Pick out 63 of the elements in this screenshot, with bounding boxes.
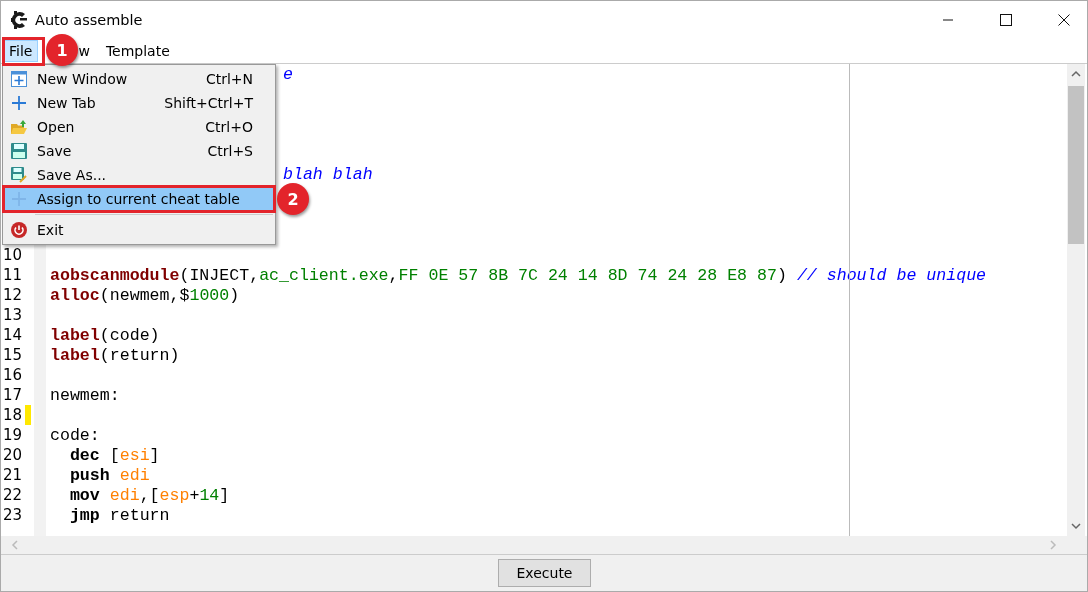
code-line: label(code) — [50, 325, 160, 345]
line-number: 21 — [2, 466, 24, 484]
line-number: 18 — [2, 406, 24, 424]
code-line: dec [esi] — [68, 445, 160, 465]
scroll-down-icon[interactable] — [1071, 522, 1081, 530]
line-number: 15 — [2, 346, 24, 364]
line-number: 11 — [2, 266, 24, 284]
menu-entry[interactable]: Exit — [5, 218, 273, 242]
code-line: jmp return — [68, 505, 170, 525]
menu-item[interactable]: File — [3, 40, 39, 62]
shortcut-text: Shift+Ctrl+T — [164, 95, 253, 111]
menu-entry-label: Save — [37, 143, 72, 159]
scroll-right-icon[interactable] — [1049, 540, 1057, 550]
line-number: 12 — [2, 286, 24, 304]
menu-entry[interactable]: Assign to current cheat table — [5, 187, 273, 211]
floppy-disk-pencil-icon — [11, 167, 27, 183]
close-icon — [1058, 14, 1070, 26]
app-logo-icon — [11, 10, 29, 30]
code-line: mov edi,[esp+14] — [68, 485, 230, 505]
code-line: alloc(newmem,$1000) — [50, 285, 240, 305]
highlight-frame — [2, 37, 45, 66]
menu-entry[interactable]: Save Ctrl+S — [5, 139, 273, 163]
menu-entry-label: Exit — [37, 222, 64, 238]
line-number: 10 — [2, 246, 24, 264]
code-line: code: — [50, 425, 100, 445]
line-number: 22 — [2, 486, 24, 504]
code-line: newmem: — [50, 385, 120, 405]
line-number: 20 — [2, 446, 24, 464]
line-number: 23 — [2, 506, 24, 524]
vertical-scrollbar[interactable] — [1067, 64, 1085, 536]
shortcut-text: Ctrl+O — [205, 119, 253, 135]
line-number: 19 — [2, 426, 24, 444]
code-text: blah blah — [283, 165, 373, 185]
menu-entry[interactable]: New Tab Shift+Ctrl+T — [5, 91, 273, 115]
maximize-icon — [1000, 14, 1012, 26]
line-number: 13 — [2, 306, 24, 324]
menu-entry-label: Open — [37, 119, 75, 135]
menu-entry-label: Assign to current cheat table — [37, 191, 240, 207]
new-window-icon — [11, 71, 27, 87]
shortcut-text: Ctrl+S — [207, 143, 253, 159]
code-line: aobscanmodule(INJECT,ac_client.exe,FF 0E 57 8B 7C 24 14 8D 74 24 28 E8 87) // should be unique — [50, 265, 987, 285]
shortcut-text: Ctrl+N — [205, 71, 253, 87]
menu-entry[interactable]: New Window Ctrl+N — [5, 67, 273, 91]
menu-entry[interactable]: Open Ctrl+O — [5, 115, 273, 139]
line-number: 14 — [2, 326, 24, 344]
menu-item[interactable]: w — [78, 40, 100, 62]
plus-icon — [12, 96, 26, 110]
code-line: label(return) — [50, 345, 180, 365]
execute-button[interactable]: Execute — [498, 559, 591, 587]
window-title: Auto assemble — [35, 12, 143, 28]
menu-entry-label: New Window — [37, 71, 128, 87]
menu-entry[interactable]: Save As... — [5, 163, 273, 187]
menu-entry-label: New Tab — [37, 95, 96, 111]
code-text: e — [283, 65, 294, 85]
code-line: push edi — [68, 465, 150, 485]
folder-icon — [10, 119, 28, 135]
line-number: 16 — [2, 366, 24, 384]
scroll-up-icon[interactable] — [1071, 70, 1081, 78]
power-icon — [11, 222, 27, 238]
menu-entry-label: Save As... — [37, 167, 107, 183]
line-number: 17 — [2, 386, 24, 404]
menu-item[interactable]: Template — [99, 40, 176, 62]
scroll-left-icon[interactable] — [11, 540, 19, 550]
